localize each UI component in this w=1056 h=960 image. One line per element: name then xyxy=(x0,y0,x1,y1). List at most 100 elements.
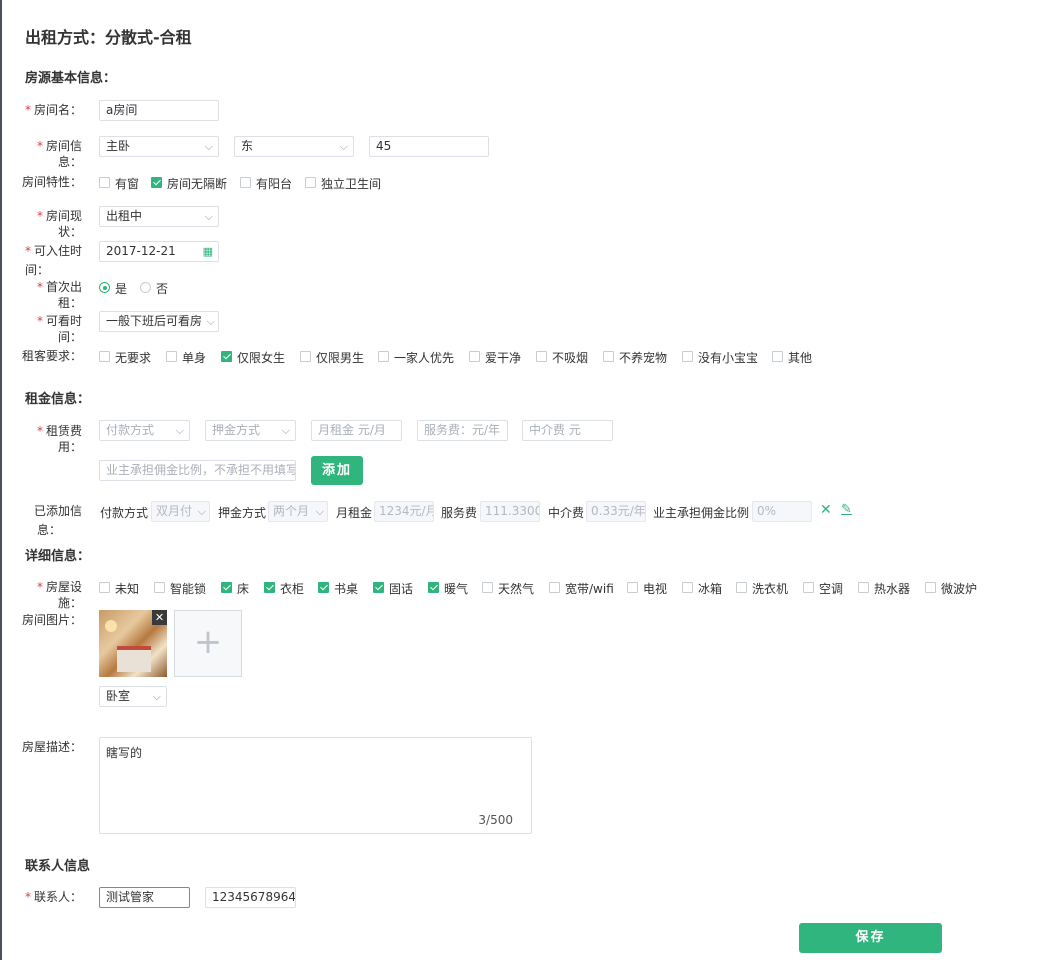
added-info-label: 已添加信 xyxy=(33,504,82,518)
checkbox-icon xyxy=(803,582,814,593)
section-title-rent: 租金信息： xyxy=(25,392,91,407)
facility-checkbox-8[interactable]: 宽带/wifi xyxy=(549,580,614,597)
added-commission-value: 0% xyxy=(752,501,812,522)
tenant-req-checkbox-7[interactable]: 不养宠物 xyxy=(603,349,667,366)
checkbox-checked-icon xyxy=(428,582,439,593)
facility-checkbox-9[interactable]: 电视 xyxy=(627,580,667,597)
add-image-button[interactable]: + xyxy=(174,610,242,677)
room-type-select[interactable]: 主卧 ⌵ xyxy=(99,136,219,157)
checkbox-icon xyxy=(99,177,110,188)
checkbox-checked-icon xyxy=(318,582,329,593)
feature-checkbox-1[interactable]: 房间无隔断 xyxy=(151,175,227,192)
facility-checkbox-13[interactable]: 热水器 xyxy=(858,580,910,597)
checkbox-icon xyxy=(99,351,110,362)
checkbox-icon xyxy=(469,351,480,362)
added-service-label: 服务费 xyxy=(441,506,478,520)
facility-checkbox-7[interactable]: 天然气 xyxy=(482,580,534,597)
edit-icon[interactable]: ✎ xyxy=(841,502,852,517)
chevron-down-icon: ⌵ xyxy=(339,140,348,153)
add-fee-button[interactable]: 添加 xyxy=(311,456,363,485)
agency-fee-input[interactable]: 中介费 元 xyxy=(522,420,613,441)
checkbox-checked-icon xyxy=(221,582,232,593)
close-icon[interactable]: ✕ xyxy=(152,610,167,625)
checkbox-icon xyxy=(305,177,316,188)
facility-checkbox-14[interactable]: 微波炉 xyxy=(925,580,977,597)
move-in-label: * 可入住时 xyxy=(24,244,82,258)
room-image-thumbnail[interactable]: ✕ xyxy=(99,610,167,677)
room-name-input[interactable]: a房间 xyxy=(99,100,219,121)
feature-checkbox-2[interactable]: 有阳台 xyxy=(240,175,292,192)
checkbox-icon xyxy=(378,351,389,362)
checkbox-checked-icon xyxy=(221,351,232,362)
chevron-down-icon: ⌵ xyxy=(204,210,213,223)
first-rent-radio-no[interactable]: 否 xyxy=(140,280,168,297)
checkbox-icon xyxy=(99,582,110,593)
tenant-req-checkbox-9[interactable]: 其他 xyxy=(772,349,812,366)
contact-label: * 联系人： xyxy=(24,890,82,904)
owner-commission-input[interactable]: 业主承担佣金比例，不承担不用填写 xyxy=(99,460,296,481)
facility-checkbox-3[interactable]: 衣柜 xyxy=(264,580,304,597)
facility-checkbox-12[interactable]: 空调 xyxy=(803,580,843,597)
service-fee-input[interactable]: 服务费：元/年 xyxy=(417,420,508,441)
delete-icon[interactable]: ✕ xyxy=(820,502,832,518)
checkbox-icon xyxy=(736,582,747,593)
tenant-req-label: 租客要求： xyxy=(21,349,82,363)
tenant-req-checkbox-2[interactable]: 仅限女生 xyxy=(221,349,285,366)
facility-checkbox-4[interactable]: 书桌 xyxy=(318,580,358,597)
facility-checkbox-6[interactable]: 暖气 xyxy=(428,580,468,597)
chevron-down-icon: ⌵ xyxy=(175,424,184,437)
deposit-method-select[interactable]: 押金方式 ⌵ xyxy=(205,420,296,441)
facility-checkbox-11[interactable]: 洗衣机 xyxy=(736,580,788,597)
room-photo-bed xyxy=(117,646,151,672)
image-category-select[interactable]: 卧室 ⌵ xyxy=(99,686,167,707)
tenant-req-checkbox-8[interactable]: 没有小宝宝 xyxy=(682,349,758,366)
radio-icon xyxy=(140,282,151,293)
room-features-label: 房间特性： xyxy=(21,175,82,189)
room-status-label: * 房间现状： xyxy=(36,209,82,239)
save-button[interactable]: 保存 xyxy=(799,923,942,953)
chevron-down-icon: ⌵ xyxy=(197,505,206,518)
plus-icon: + xyxy=(193,622,223,662)
move-in-date-picker[interactable]: 2017-12-21 ▦ xyxy=(99,241,219,262)
tenant-req-checkbox-5[interactable]: 爱干净 xyxy=(469,349,521,366)
chevron-down-icon: ⌵ xyxy=(152,690,161,703)
description-textarea[interactable]: 瞎写的 3/500 xyxy=(99,737,532,834)
facilities-label: * 房屋设施： xyxy=(36,580,82,610)
tenant-req-checkbox-3[interactable]: 仅限男生 xyxy=(300,349,364,366)
contact-phone-input[interactable]: 12345678964 xyxy=(205,887,296,908)
facility-checkbox-0[interactable]: 未知 xyxy=(99,580,139,597)
radio-selected-icon xyxy=(99,282,110,293)
added-payment-select[interactable]: 双月付 ⌵ xyxy=(151,501,210,522)
section-title-detail: 详细信息： xyxy=(25,549,91,564)
room-name-label: * 房间名： xyxy=(24,103,82,117)
tenant-req-checkbox-6[interactable]: 不吸烟 xyxy=(536,349,588,366)
facility-checkbox-5[interactable]: 固话 xyxy=(373,580,413,597)
facility-checkbox-10[interactable]: 冰箱 xyxy=(682,580,722,597)
rent-fee-label: * 租赁费用： xyxy=(36,424,82,454)
added-commission-label: 业主承担佣金比例 xyxy=(653,506,750,520)
chevron-down-icon: ⌵ xyxy=(206,315,215,328)
added-deposit-select[interactable]: 两个月 ⌵ xyxy=(268,501,328,522)
checkbox-icon xyxy=(536,351,547,362)
checkbox-icon xyxy=(549,582,560,593)
area-input[interactable]: 45 xyxy=(369,136,489,157)
payment-method-select[interactable]: 付款方式 ⌵ xyxy=(99,420,190,441)
description-label: 房屋描述： xyxy=(21,740,82,754)
room-info-label: * 房间信息： xyxy=(36,139,82,169)
char-counter: 3/500 xyxy=(478,813,513,827)
feature-checkbox-0[interactable]: 有窗 xyxy=(99,175,139,192)
feature-checkbox-3[interactable]: 独立卫生间 xyxy=(305,175,381,192)
orientation-select[interactable]: 东 ⌵ xyxy=(234,136,354,157)
viewing-time-select[interactable]: 一般下班后可看房 ⌵ xyxy=(99,311,219,332)
tenant-req-checkbox-4[interactable]: 一家人优先 xyxy=(378,349,454,366)
first-rent-radio-yes[interactable]: 是 xyxy=(99,280,127,297)
tenant-req-checkbox-1[interactable]: 单身 xyxy=(166,349,206,366)
description-text: 瞎写的 xyxy=(106,746,143,760)
tenant-req-checkbox-0[interactable]: 无要求 xyxy=(99,349,151,366)
monthly-rent-input[interactable]: 月租金 元/月 xyxy=(311,420,402,441)
contact-name-input[interactable]: 测试管家 xyxy=(99,887,190,908)
room-status-select[interactable]: 出租中 ⌵ xyxy=(99,206,219,227)
facility-checkbox-2[interactable]: 床 xyxy=(221,580,249,597)
facility-checkbox-1[interactable]: 智能锁 xyxy=(154,580,206,597)
added-rent-label: 月租金 xyxy=(336,506,373,520)
